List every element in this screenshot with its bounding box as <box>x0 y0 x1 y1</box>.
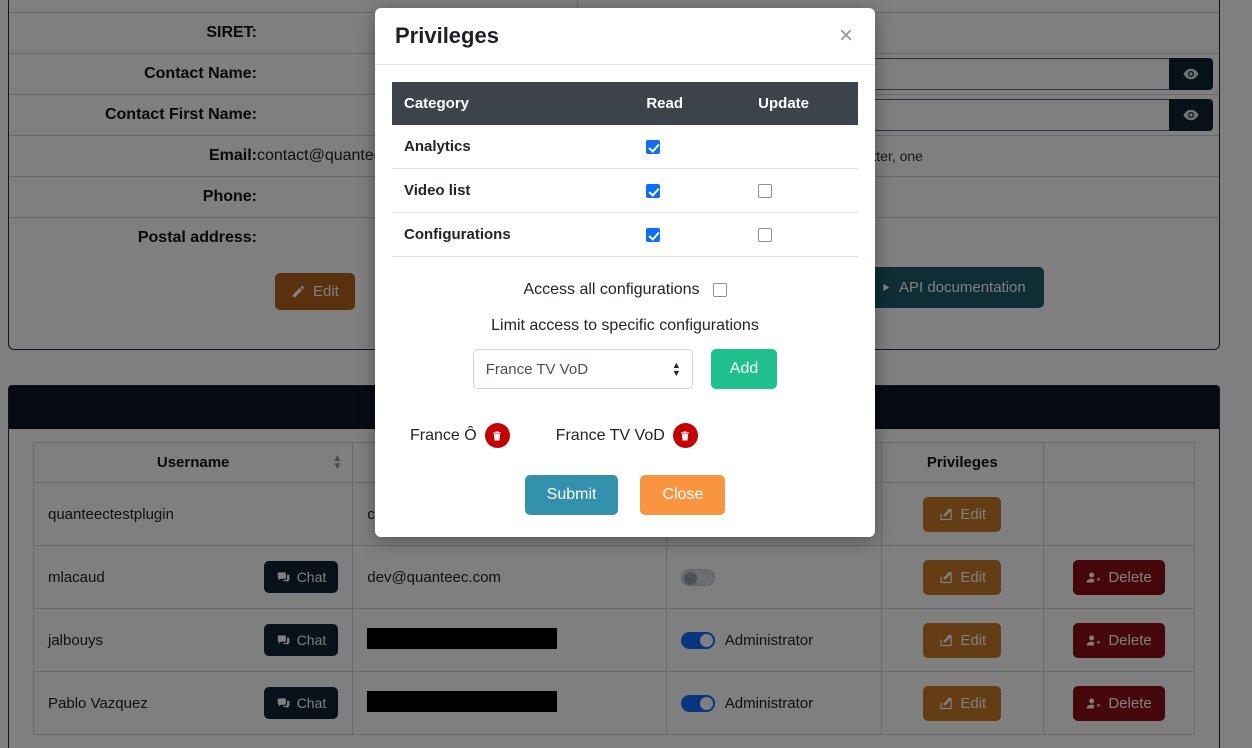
read-checkbox-video-list[interactable] <box>646 184 661 199</box>
app-root: contact@quanteec.com SIRET: Contact Name… <box>0 0 1252 748</box>
configuration-chip-label: France Ô <box>410 426 477 444</box>
privileges-row-analytics: Analytics <box>392 125 858 169</box>
close-x-icon[interactable]: × <box>837 24 855 48</box>
add-configuration-button[interactable]: Add <box>710 349 778 389</box>
category-label: Video list <box>392 168 635 213</box>
trash-icon[interactable] <box>672 423 698 448</box>
trash-icon[interactable] <box>484 423 510 448</box>
configuration-select-row: France TV VoD ▲ ▼ Add <box>392 349 858 389</box>
privileges-modal: Privileges × Category Read Update Analyt… <box>375 8 875 537</box>
read-checkbox-configurations[interactable] <box>646 228 661 243</box>
update-cell <box>746 212 858 257</box>
read-cell <box>634 168 747 213</box>
modal-title: Privileges <box>395 23 499 48</box>
update-cell-empty <box>746 125 858 169</box>
header-read: Read <box>634 82 747 125</box>
submit-button[interactable]: Submit <box>524 475 619 515</box>
configuration-chip-label: France TV VoD <box>555 426 665 444</box>
read-cell <box>634 212 747 257</box>
selected-configurations-list: France Ô France TV VoD <box>392 389 858 448</box>
header-category: Category <box>392 82 635 125</box>
close-button[interactable]: Close <box>640 475 726 515</box>
privileges-row-video-list: Video list <box>392 168 858 213</box>
access-all-label: Access all configurations <box>523 281 700 298</box>
modal-header: Privileges × <box>375 8 875 65</box>
list-item: France TV VoD <box>556 423 698 448</box>
privileges-table-header-row: Category Read Update <box>392 82 858 125</box>
category-label: Configurations <box>392 212 635 257</box>
modal-footer: Submit Close <box>392 448 858 537</box>
access-all-configurations-row: Access all configurations <box>392 257 858 299</box>
privileges-row-configurations: Configurations <box>392 212 858 257</box>
update-checkbox-configurations[interactable] <box>758 228 773 243</box>
limit-access-label: Limit access to specific configurations <box>491 317 759 334</box>
configuration-select-wrapper: France TV VoD ▲ ▼ <box>472 349 693 389</box>
list-item: France Ô <box>410 423 510 448</box>
read-cell <box>634 125 747 169</box>
category-label: Analytics <box>392 125 635 169</box>
access-all-checkbox[interactable] <box>712 283 727 297</box>
update-checkbox-video-list[interactable] <box>758 184 773 199</box>
update-cell <box>746 168 858 213</box>
configuration-select[interactable]: France TV VoD <box>472 349 693 389</box>
privileges-table: Category Read Update Analytics Video lis… <box>392 82 858 257</box>
header-update: Update <box>746 82 858 125</box>
modal-body: Category Read Update Analytics Video lis… <box>375 65 875 537</box>
read-checkbox-analytics[interactable] <box>646 140 661 155</box>
